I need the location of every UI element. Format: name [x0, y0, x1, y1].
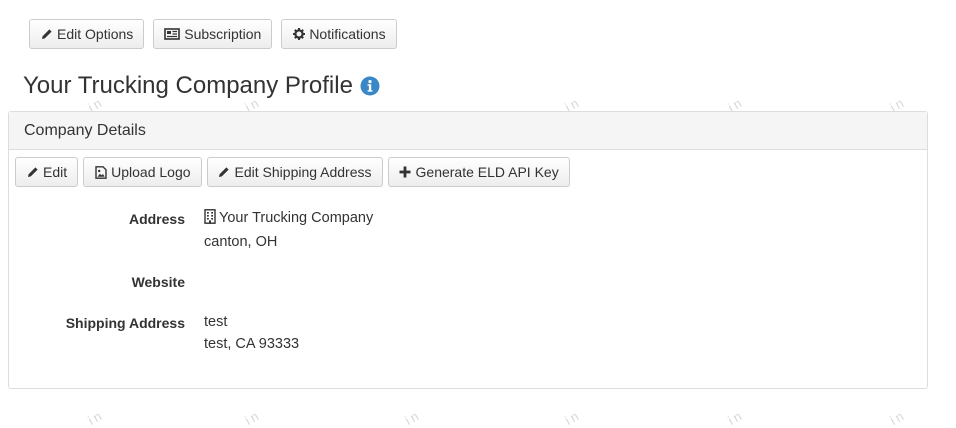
pencil-icon — [218, 166, 231, 179]
gear-icon — [292, 28, 305, 41]
subscription-button[interactable]: Subscription — [153, 19, 273, 49]
watermark: in — [562, 406, 584, 428]
plus-icon — [399, 166, 412, 179]
title-row: Your Trucking Company Profile — [23, 72, 380, 100]
notifications-label: Notifications — [309, 26, 386, 42]
watermark: in — [402, 406, 424, 428]
edit-shipping-address-button[interactable]: Edit Shipping Address — [206, 157, 383, 187]
company-name: Your Trucking Company — [219, 210, 374, 226]
upload-logo-button[interactable]: Upload Logo — [83, 157, 202, 187]
upload-logo-label: Upload Logo — [111, 164, 191, 180]
generate-eld-api-key-label: Generate ELD API Key — [415, 164, 559, 180]
info-circle-icon[interactable] — [360, 76, 380, 96]
address-label: Address — [128, 211, 185, 227]
company-details-panel: Company Details Edit Upload Logo Edit Sh… — [8, 111, 928, 389]
edit-label: Edit — [43, 164, 68, 180]
watermark: in — [242, 406, 264, 428]
notifications-button[interactable]: Notifications — [281, 19, 397, 49]
edit-options-button[interactable]: Edit Options — [29, 19, 145, 49]
panel-toolbar: Edit Upload Logo Edit Shipping Address G… — [15, 157, 570, 187]
pencil-icon — [26, 166, 39, 179]
address-line-1: Your Trucking Company — [204, 207, 373, 231]
watermark: in — [887, 406, 909, 428]
picture-file-icon — [94, 165, 107, 179]
top-toolbar: Edit Options Subscription Notifications — [29, 19, 397, 49]
subscription-label: Subscription — [184, 26, 262, 42]
website-label: Website — [131, 274, 185, 290]
shipping-address-value: test test, CA 93333 — [204, 311, 299, 355]
edit-shipping-address-label: Edit Shipping Address — [234, 164, 372, 180]
generate-eld-api-key-button[interactable]: Generate ELD API Key — [387, 157, 570, 187]
newspaper-icon — [164, 28, 181, 41]
shipping-line-1: test — [204, 314, 228, 330]
panel-heading: Company Details — [9, 112, 927, 150]
building-icon — [204, 209, 216, 231]
address-value: Your Trucking Company canton, OH — [204, 207, 373, 253]
watermark: in — [85, 406, 107, 428]
edit-button[interactable]: Edit — [15, 157, 79, 187]
shipping-line-2: test, CA 93333 — [204, 336, 300, 352]
pencil-icon — [40, 28, 53, 41]
page-title: Your Trucking Company Profile — [23, 72, 353, 99]
page: in in in in in in in in in in in Edit Op… — [0, 0, 956, 428]
address-line-2: canton, OH — [204, 234, 278, 250]
shipping-address-label: Shipping Address — [65, 315, 185, 331]
watermark: in — [725, 406, 747, 428]
edit-options-label: Edit Options — [57, 26, 134, 42]
